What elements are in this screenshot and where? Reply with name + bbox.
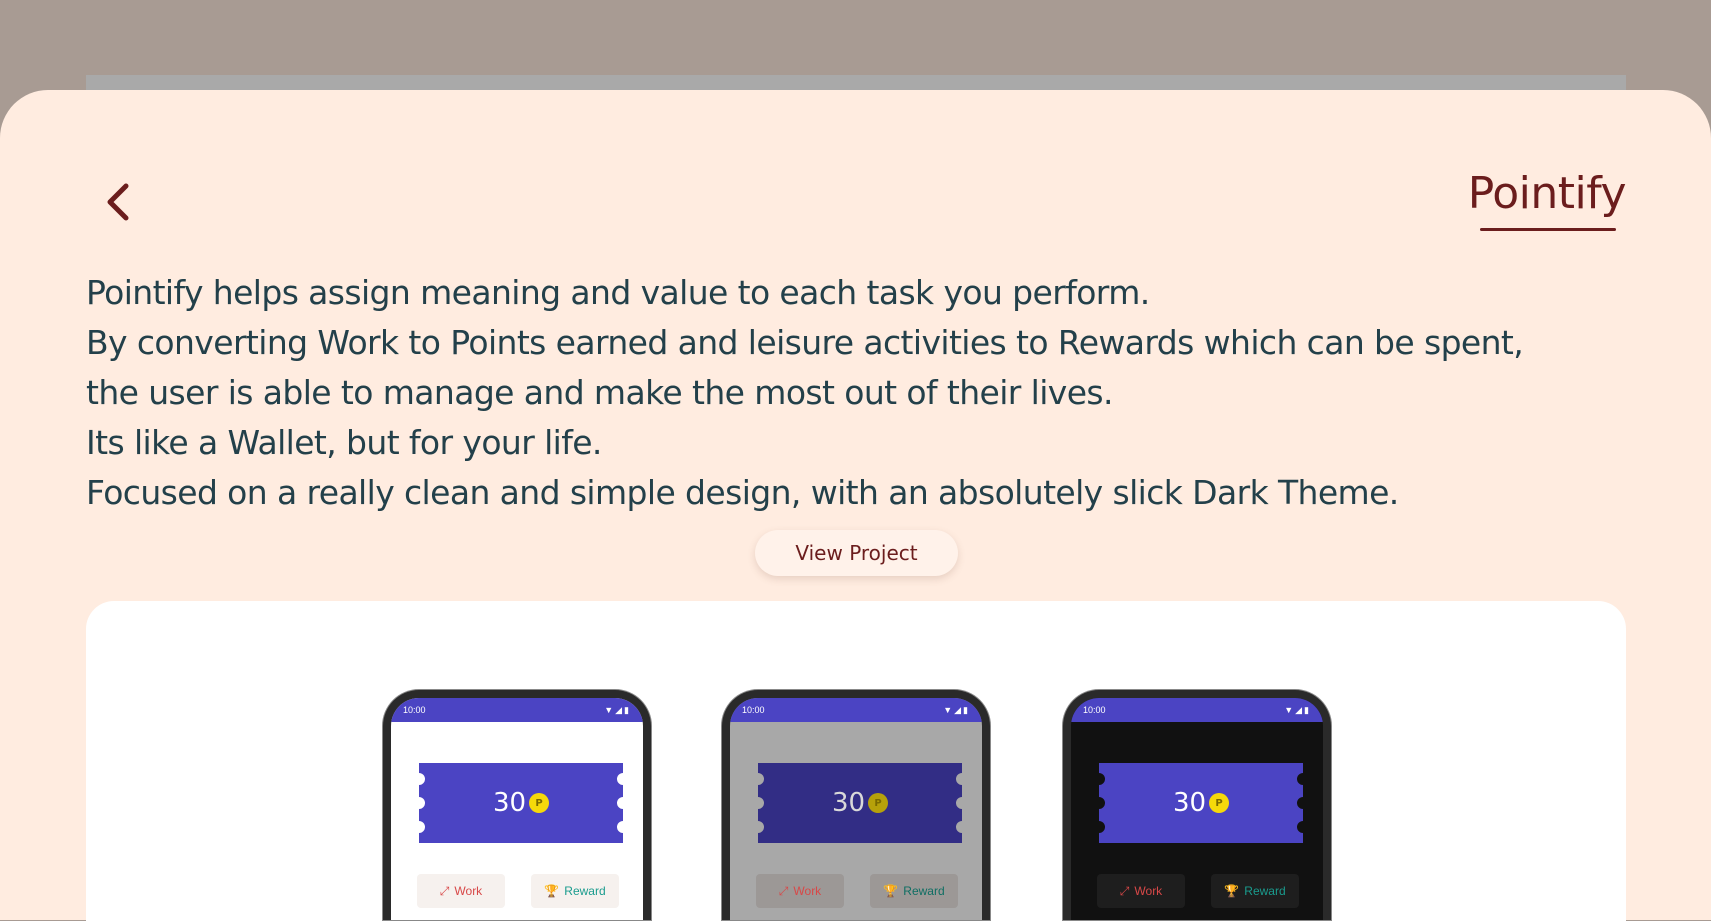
description-line: Pointify helps assign meaning and value …: [86, 273, 1150, 312]
description-line: Focused on a really clean and simple des…: [86, 473, 1399, 512]
status-bar: 10:00 ▼◢▮: [1071, 698, 1323, 722]
coin-icon: P: [868, 793, 889, 813]
phone-screen: 10:00 ▼◢▮ 30 P ⤢ Work 🏆 Reward: [391, 698, 643, 920]
points-ticket: 30 P: [758, 763, 962, 843]
work-label: Work: [793, 884, 822, 898]
title-underline: [1480, 228, 1616, 231]
status-icons: ▼◢▮: [604, 704, 631, 715]
back-button[interactable]: [100, 180, 140, 224]
points-ticket: 30 P: [1099, 763, 1303, 843]
reward-tab[interactable]: 🏆 Reward: [1211, 874, 1299, 908]
status-time: 10:00: [403, 705, 426, 715]
work-label: Work: [1134, 884, 1163, 898]
points-number: 30: [831, 788, 866, 818]
description-line: By converting Work to Points earned and …: [86, 323, 1524, 362]
reward-tab[interactable]: 🏆 Reward: [531, 874, 619, 908]
trophy-icon: 🏆: [544, 884, 560, 898]
dumbbell-icon: ⤢: [1119, 883, 1130, 898]
phone-screen: 10:00 ▼◢▮ 30 P ⤢ Work 🏆 Reward: [1071, 698, 1323, 920]
coin-icon: P: [1209, 793, 1230, 813]
status-time: 10:00: [1083, 705, 1106, 715]
work-tab[interactable]: ⤢ Work: [417, 874, 505, 908]
dumbbell-icon: ⤢: [439, 883, 450, 898]
points-number: 30: [1172, 788, 1207, 818]
chevron-left-icon: [107, 183, 129, 221]
status-bar: 10:00 ▼◢▮: [730, 698, 982, 722]
phone-screen: 10:00 ▼◢▮ 30 P ⤢ Work 🏆 Reward: [730, 698, 982, 920]
points-value: 30 P: [492, 788, 550, 818]
points-number: 30: [492, 788, 527, 818]
work-tab[interactable]: ⤢ Work: [756, 874, 844, 908]
status-bar: 10:00 ▼◢▮: [391, 698, 643, 722]
reward-tab[interactable]: 🏆 Reward: [870, 874, 958, 908]
description-line: Its like a Wallet, but for your life.: [86, 423, 602, 462]
points-value: 30 P: [831, 788, 889, 818]
status-time: 10:00: [742, 705, 765, 715]
coin-icon: P: [529, 793, 550, 813]
phone-mockup-light: 10:00 ▼◢▮ 30 P ⤢ Work 🏆 Reward: [383, 690, 651, 920]
project-description: Pointify helps assign meaning and value …: [86, 268, 1646, 518]
status-icons: ▼◢▮: [1284, 704, 1311, 715]
phone-mockup-dimmed: 10:00 ▼◢▮ 30 P ⤢ Work 🏆 Reward: [722, 690, 990, 920]
reward-label: Reward: [564, 884, 606, 898]
points-value: 30 P: [1172, 788, 1230, 818]
status-icons: ▼◢▮: [943, 704, 970, 715]
view-project-button[interactable]: View Project: [755, 530, 958, 576]
trophy-icon: 🏆: [1224, 884, 1240, 898]
description-line: the user is able to manage and make the …: [86, 373, 1114, 412]
reward-label: Reward: [1244, 884, 1286, 898]
reward-label: Reward: [903, 884, 945, 898]
points-ticket: 30 P: [419, 763, 623, 843]
trophy-icon: 🏆: [883, 884, 899, 898]
work-tab[interactable]: ⤢ Work: [1097, 874, 1185, 908]
phone-mockup-dark: 10:00 ▼◢▮ 30 P ⤢ Work 🏆 Reward: [1063, 690, 1331, 920]
work-label: Work: [454, 884, 483, 898]
page-title: Pointify: [1467, 168, 1627, 219]
dumbbell-icon: ⤢: [778, 883, 789, 898]
